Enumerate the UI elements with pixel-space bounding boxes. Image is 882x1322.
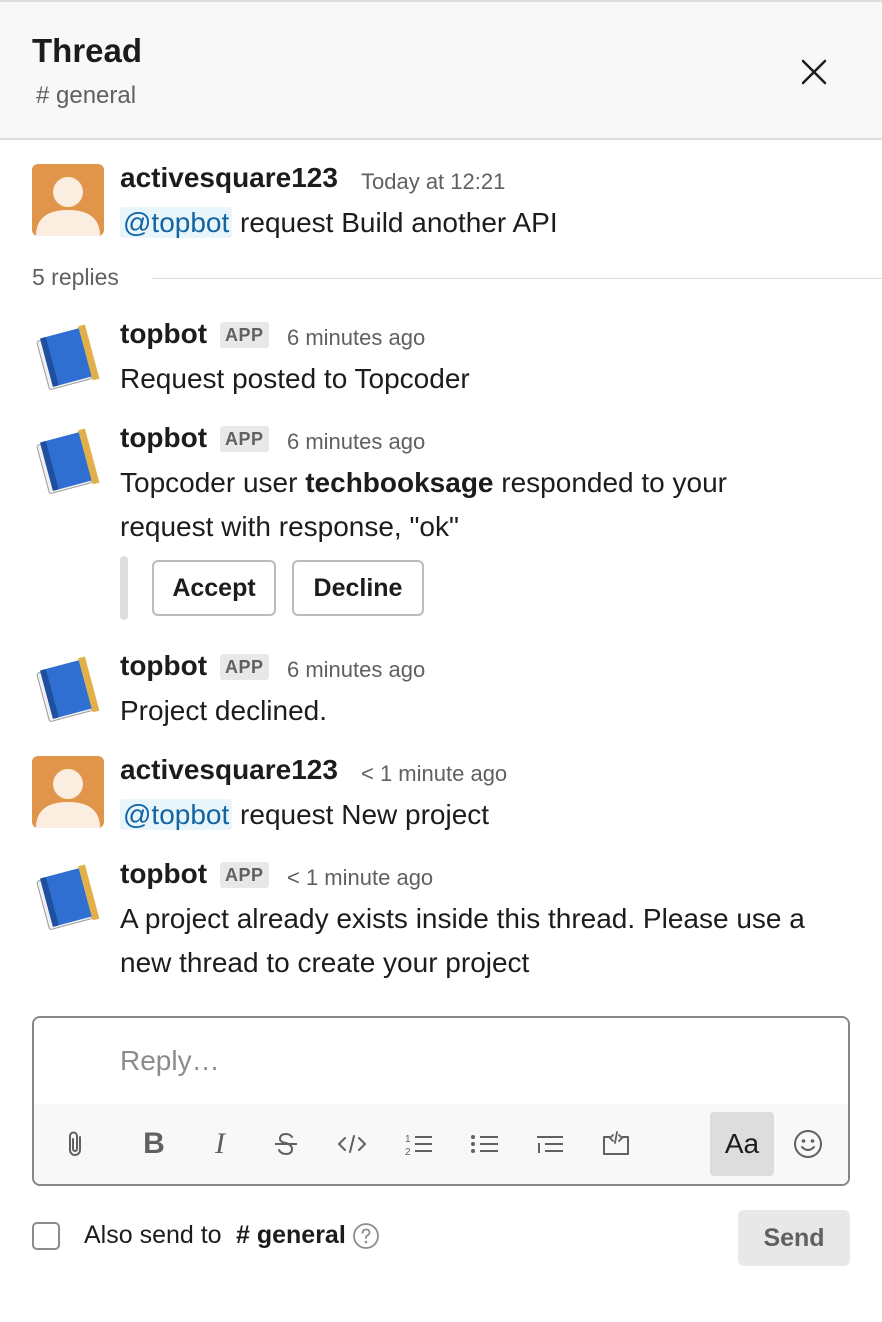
strikethrough-button[interactable] xyxy=(256,1114,316,1174)
message-timestamp[interactable]: Today at 12:21 xyxy=(361,169,505,195)
code-button[interactable] xyxy=(322,1114,382,1174)
attachment-bar xyxy=(120,556,128,620)
code-block-icon xyxy=(603,1131,629,1155)
message-text: Topcoder user techbooksage responded to … xyxy=(120,467,727,498)
thread-header: Thread # general xyxy=(0,0,882,140)
code-icon xyxy=(338,1135,366,1153)
reply-input[interactable] xyxy=(34,1018,848,1104)
message-timestamp[interactable]: < 1 minute ago xyxy=(287,865,433,891)
svg-text:1: 1 xyxy=(405,1134,411,1145)
bold-button[interactable]: B xyxy=(124,1114,184,1174)
bold-icon: B xyxy=(143,1127,165,1160)
bot-avatar[interactable] xyxy=(32,654,104,726)
attach-button[interactable] xyxy=(46,1114,106,1174)
blockquote-button[interactable] xyxy=(520,1114,580,1174)
paperclip-icon xyxy=(69,1131,81,1156)
send-button[interactable]: Send xyxy=(738,1210,850,1266)
bot-avatar[interactable] xyxy=(32,426,104,498)
message-text-line: request with response, "ok" xyxy=(120,511,459,542)
message-text-line: new thread to create your project xyxy=(120,947,530,978)
message-author[interactable]: topbot xyxy=(120,318,207,350)
also-send-label[interactable]: Also send to xyxy=(84,1221,222,1250)
bot-avatar[interactable] xyxy=(32,862,104,934)
italic-button[interactable]: I xyxy=(190,1114,250,1174)
message-timestamp[interactable]: 6 minutes ago xyxy=(287,657,425,683)
bulleted-list-icon xyxy=(471,1135,498,1153)
app-badge: APP xyxy=(220,322,269,348)
formatting-toggle-icon: Aa xyxy=(724,1128,760,1159)
also-send-checkbox[interactable] xyxy=(32,1222,60,1250)
blockquote-icon xyxy=(537,1136,563,1153)
thread-channel-link[interactable]: # general xyxy=(36,82,136,110)
emoji-button[interactable] xyxy=(778,1114,838,1174)
message-author[interactable]: topbot xyxy=(120,422,207,454)
user-avatar-icon xyxy=(32,756,104,828)
formatting-toggle-button[interactable]: Aa xyxy=(710,1112,774,1176)
book-icon xyxy=(36,656,100,722)
message-author[interactable]: activesquare123 xyxy=(120,162,338,194)
formatting-toolbar: B I 1 2 Aa xyxy=(34,1104,848,1184)
app-badge: APP xyxy=(220,426,269,452)
also-send-channel: # general xyxy=(236,1221,346,1249)
message-text: @topbot request New project xyxy=(120,793,489,837)
mention-link[interactable]: @topbot xyxy=(120,207,233,238)
help-icon[interactable] xyxy=(352,1222,380,1250)
close-icon xyxy=(801,59,827,85)
message-text: A project already exists inside this thr… xyxy=(120,903,805,934)
bulleted-list-button[interactable] xyxy=(454,1114,514,1174)
book-icon xyxy=(36,428,100,494)
strikethrough-icon xyxy=(275,1132,297,1156)
close-button[interactable] xyxy=(794,52,834,92)
message-author[interactable]: activesquare123 xyxy=(120,754,338,786)
message-text: Request posted to Topcoder xyxy=(120,363,470,394)
message-timestamp[interactable]: < 1 minute ago xyxy=(361,761,507,787)
app-badge: APP xyxy=(220,862,269,888)
thread-title: Thread xyxy=(32,32,143,69)
message-timestamp[interactable]: 6 minutes ago xyxy=(287,325,425,351)
reply-composer: B I 1 2 xyxy=(32,1016,850,1186)
message-author[interactable]: topbot xyxy=(120,858,207,890)
message-timestamp[interactable]: 6 minutes ago xyxy=(287,429,425,455)
accept-button[interactable]: Accept xyxy=(152,560,276,616)
book-icon xyxy=(36,324,100,390)
decline-button[interactable]: Decline xyxy=(292,560,424,616)
svg-text:2: 2 xyxy=(405,1147,411,1158)
user-avatar-icon xyxy=(32,164,104,236)
bot-avatar[interactable] xyxy=(32,322,104,394)
message-text: @topbot request Build another API xyxy=(120,201,558,245)
ordered-list-icon: 1 2 xyxy=(405,1134,432,1158)
book-icon xyxy=(36,864,100,930)
app-badge: APP xyxy=(220,654,269,680)
code-block-button[interactable] xyxy=(586,1114,646,1174)
italic-icon: I xyxy=(215,1127,225,1160)
user-avatar[interactable] xyxy=(32,164,104,236)
user-avatar[interactable] xyxy=(32,756,104,828)
message-text: Project declined. xyxy=(120,695,328,726)
replies-divider xyxy=(152,278,882,279)
username-bold: techbooksage xyxy=(305,467,494,498)
emoji-icon xyxy=(794,1130,822,1158)
ordered-list-button[interactable]: 1 2 xyxy=(388,1114,448,1174)
mention-link[interactable]: @topbot xyxy=(120,799,233,830)
replies-count: 5 replies xyxy=(32,264,119,290)
message-author[interactable]: topbot xyxy=(120,650,207,682)
